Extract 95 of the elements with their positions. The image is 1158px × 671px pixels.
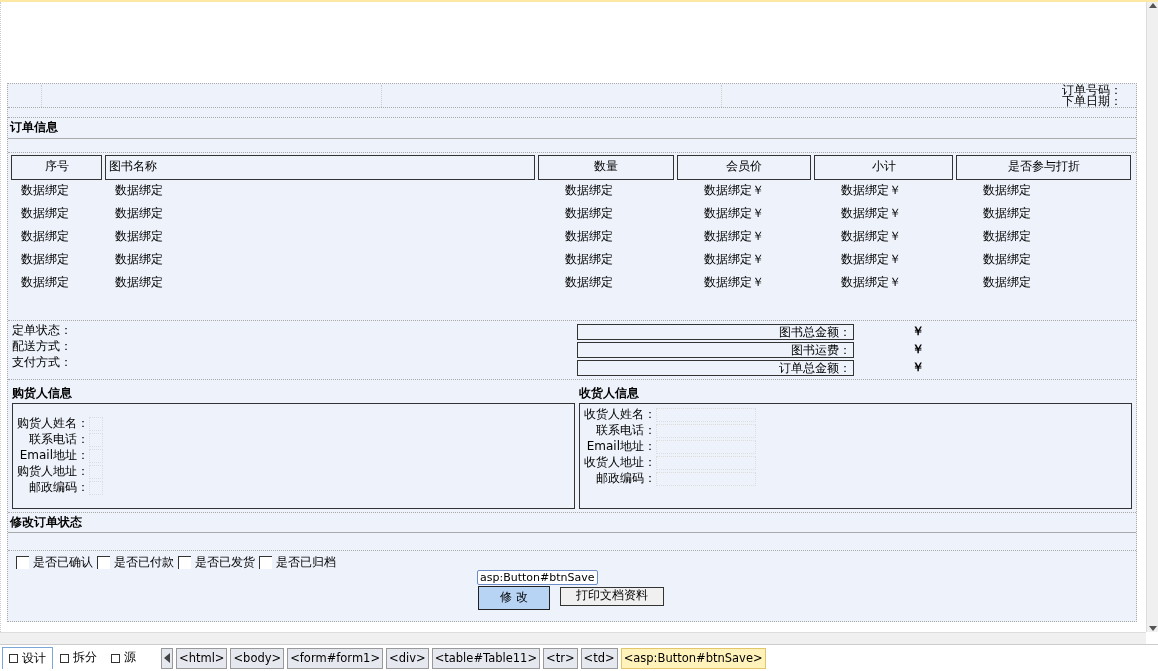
currency-sign: ￥ <box>912 341 924 358</box>
view-icon <box>60 653 69 663</box>
table-cell-text: 数据绑定 <box>564 182 614 200</box>
table-cell-text: 数据绑定￥ <box>840 182 902 200</box>
button[interactable]: 修 改 <box>478 585 550 610</box>
view-tab[interactable]: 源 <box>104 647 143 669</box>
table-cell-text: 数据绑定￥ <box>840 274 902 292</box>
currency-sign: ￥ <box>912 323 924 340</box>
field-placeholder <box>89 480 103 495</box>
section-title: 修改订单状态 <box>10 514 82 529</box>
breadcrumb-item[interactable]: <tr> <box>543 647 578 669</box>
field-label: 收货人姓名： <box>584 406 656 423</box>
field-label: 联系电话： <box>28 431 89 448</box>
column-header: 数量 <box>538 154 674 180</box>
field-placeholder <box>89 448 103 463</box>
table-cell-text: 数据绑定 <box>114 205 164 223</box>
total-label: 订单总金额： <box>577 359 854 376</box>
total-label: 图书运费： <box>577 341 854 358</box>
field-label: 邮政编码： <box>595 470 656 487</box>
breadcrumb-item[interactable]: <td> <box>580 647 618 669</box>
table-cell-text: 数据绑定 <box>20 274 70 292</box>
order-number-label: 订单号码： <box>1062 85 1123 96</box>
column-header: 图书名称 <box>105 154 535 180</box>
horizontal-scrollbar[interactable] <box>0 632 1146 644</box>
control-tag-label: asp:Button#btnSave <box>477 569 598 585</box>
field-placeholder <box>89 416 103 431</box>
status-label: 配送方式： <box>12 338 73 355</box>
table-cell-text: 数据绑定 <box>564 228 614 246</box>
currency-sign: ￥ <box>912 359 924 376</box>
section-title: 收货人信息 <box>579 385 639 400</box>
table-cell-text: 数据绑定￥ <box>703 182 765 200</box>
field-label: 购货人地址： <box>17 463 89 480</box>
table-cell-text: 数据绑定￥ <box>703 251 765 269</box>
view-icon <box>9 654 18 663</box>
column-header: 序号 <box>11 154 102 180</box>
button[interactable]: 打印文档资料 <box>560 586 664 606</box>
triangle-left-icon <box>164 653 170 663</box>
table-cell-text: 数据绑定 <box>114 182 164 200</box>
table-cell-text: 数据绑定 <box>982 228 1032 246</box>
field-label: Email地址： <box>585 438 656 455</box>
table-cell-text: 数据绑定 <box>20 205 70 223</box>
field-label: 邮政编码： <box>28 479 89 496</box>
checkbox-label: 是否已发货 <box>195 555 255 571</box>
view-icon <box>111 653 120 663</box>
breadcrumb-item[interactable]: <html> <box>176 647 228 669</box>
table-cell-text: 数据绑定 <box>982 274 1032 292</box>
checkbox[interactable] <box>259 556 272 570</box>
table-cell-text: 数据绑定￥ <box>703 274 765 292</box>
column-header: 会员价 <box>677 154 811 180</box>
breadcrumb-item[interactable]: <asp:Button#btnSave> <box>620 647 766 669</box>
checkbox-label: 是否已归档 <box>276 555 336 571</box>
table-cell-text: 数据绑定 <box>114 251 164 269</box>
table-cell-text: 数据绑定 <box>114 274 164 292</box>
field-label: 联系电话： <box>595 422 656 439</box>
table-cell-text: 数据绑定￥ <box>840 228 902 246</box>
column-header: 是否参与打折 <box>956 154 1131 180</box>
table-cell-text: 数据绑定 <box>564 251 614 269</box>
table-cell-text: 数据绑定 <box>20 182 70 200</box>
table-cell-text: 数据绑定 <box>564 205 614 223</box>
checkbox-label: 是否已确认 <box>33 555 93 571</box>
table-cell-text: 数据绑定 <box>982 251 1032 269</box>
checkbox-label: 是否已付款 <box>114 555 174 571</box>
field-label: 购货人姓名： <box>17 415 89 432</box>
table-cell-text: 数据绑定￥ <box>703 205 765 223</box>
status-label: 定单状态： <box>12 322 73 339</box>
section-title: 订单信息 <box>10 120 58 134</box>
column-header: 小计 <box>814 154 953 180</box>
total-label: 图书总金额： <box>577 323 854 340</box>
checkbox[interactable] <box>16 556 29 570</box>
order-date-label: 下单日期： <box>1062 96 1123 107</box>
table-cell-text: 数据绑定 <box>982 182 1032 200</box>
table-cell-text: 数据绑定 <box>982 205 1032 223</box>
status-label: 支付方式： <box>12 354 73 371</box>
field-placeholder <box>89 432 103 447</box>
breadcrumb-item[interactable]: <form#form1> <box>287 647 384 669</box>
breadcrumb-item[interactable]: <body> <box>230 647 285 669</box>
scroll-left-button[interactable] <box>161 647 173 669</box>
section-title: 购货人信息 <box>12 385 72 400</box>
table-cell-text: 数据绑定￥ <box>840 251 902 269</box>
view-tab[interactable]: 设计 <box>2 647 53 669</box>
table-cell-text: 数据绑定 <box>564 274 614 292</box>
field-label: Email地址： <box>18 447 89 464</box>
scroll-down-icon[interactable] <box>1148 626 1157 632</box>
table-cell-text: 数据绑定 <box>114 228 164 246</box>
table-cell-text: 数据绑定￥ <box>840 205 902 223</box>
field-label: 收货人地址： <box>584 454 656 471</box>
field-placeholder <box>89 464 103 479</box>
table-cell-text: 数据绑定 <box>20 251 70 269</box>
breadcrumb-item[interactable]: <table#Table11> <box>431 647 541 669</box>
table-cell-text: 数据绑定 <box>20 228 70 246</box>
view-tab[interactable]: 拆分 <box>53 647 104 669</box>
table-cell-text: 数据绑定￥ <box>703 228 765 246</box>
checkbox[interactable] <box>178 556 191 570</box>
breadcrumb-item[interactable]: <div> <box>386 647 429 669</box>
checkbox[interactable] <box>97 556 110 570</box>
